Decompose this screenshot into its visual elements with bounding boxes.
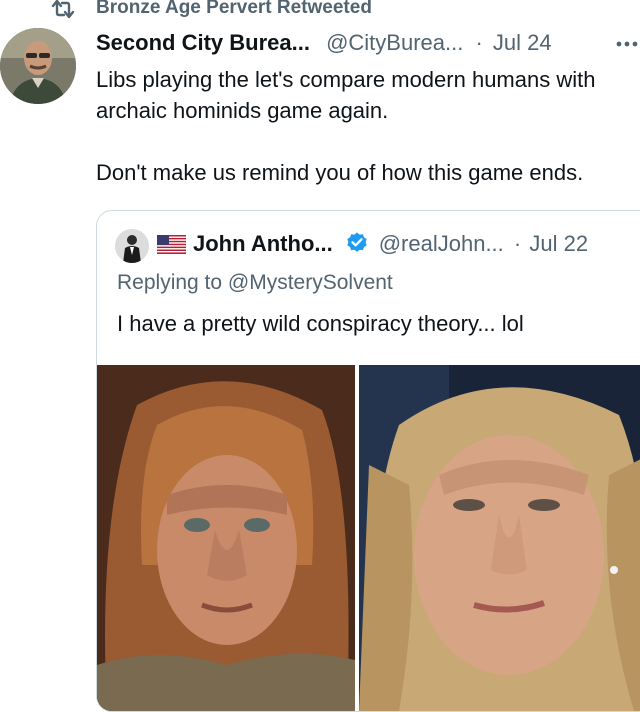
- separator: ·: [475, 30, 483, 55]
- quote-author-handle[interactable]: @realJohn...: [379, 231, 504, 256]
- quote-avatar-image: [115, 229, 149, 263]
- quote-avatar[interactable]: [115, 229, 149, 263]
- replying-to-label[interactable]: Replying to @MysterySolvent: [117, 271, 393, 295]
- retweeted-by-label[interactable]: Bronze Age Pervert Retweeted: [96, 0, 372, 19]
- more-horizontal-icon[interactable]: [606, 34, 640, 54]
- tweet-date[interactable]: Jul 24: [493, 30, 552, 55]
- avatar-image: [0, 28, 76, 104]
- retweet-icon: [51, 0, 75, 19]
- neanderthal-reconstruction-photo[interactable]: [97, 365, 355, 711]
- us-flag-icon: [157, 235, 186, 254]
- verified-badge-icon: [347, 232, 367, 252]
- avatar[interactable]: [0, 28, 76, 104]
- quote-media[interactable]: [97, 365, 640, 711]
- quote-date[interactable]: Jul 22: [529, 231, 588, 256]
- quoted-tweet-card[interactable]: John Antho... @realJohn... · Jul 22 Repl…: [96, 210, 640, 712]
- quote-author-name[interactable]: John Antho...: [193, 231, 333, 256]
- author-name[interactable]: Second City Burea...: [96, 30, 310, 55]
- retweet-context[interactable]: Bronze Age Pervert Retweeted: [0, 0, 640, 26]
- woman-portrait-photo[interactable]: [359, 365, 640, 711]
- tweet-header: Second City Burea... @CityBurea... · Jul…: [96, 30, 552, 60]
- quote-header: John Antho... @realJohn... · Jul 22: [193, 231, 588, 257]
- author-handle[interactable]: @CityBurea...: [326, 30, 463, 55]
- tweet-text: Libs playing the let's compare modern hu…: [96, 67, 596, 185]
- quote-separator: ·: [513, 231, 522, 256]
- quote-text: I have a pretty wild conspiracy theory..…: [117, 311, 524, 336]
